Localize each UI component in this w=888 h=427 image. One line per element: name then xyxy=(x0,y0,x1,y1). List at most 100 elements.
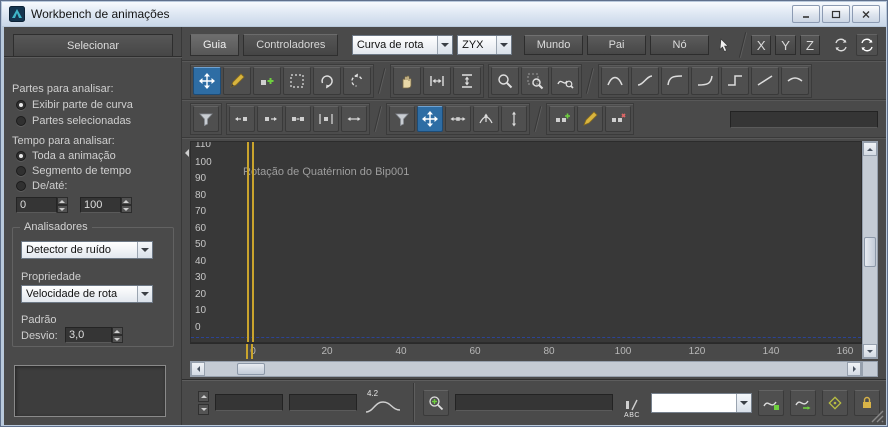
axis-y-button[interactable]: Y xyxy=(775,35,796,55)
tangent-smooth-icon[interactable] xyxy=(781,67,809,95)
chevron-down-icon[interactable] xyxy=(137,286,152,302)
no-button[interactable]: Nó xyxy=(650,35,710,55)
center-keys-icon[interactable] xyxy=(313,106,339,132)
zoom-curve-icon[interactable] xyxy=(551,67,579,95)
tangent-slow-icon[interactable] xyxy=(691,67,719,95)
ate-value[interactable]: 100 xyxy=(80,197,121,213)
slide-keys-right-icon[interactable] xyxy=(257,106,283,132)
radio-exibir-parte-curva[interactable]: Exibir parte de curva xyxy=(16,99,133,111)
chevron-down-icon[interactable] xyxy=(736,393,751,412)
region-select-icon[interactable] xyxy=(283,67,311,95)
mini-down-arrow[interactable] xyxy=(198,403,209,415)
mirror-keys-icon[interactable] xyxy=(341,106,367,132)
rotation-order-dropdown[interactable]: ZYX xyxy=(457,35,513,55)
horizontal-scrollbar[interactable] xyxy=(190,361,862,377)
time-slider-line[interactable] xyxy=(251,344,253,359)
time-slider-line[interactable] xyxy=(246,344,248,359)
select-cursor-icon[interactable] xyxy=(713,34,735,56)
filter-funnel-icon[interactable] xyxy=(193,106,219,132)
desvio-value[interactable]: 3,0 xyxy=(65,327,112,343)
vertical-scrollbar[interactable] xyxy=(862,141,878,359)
lock-view-toggle-icon[interactable] xyxy=(856,34,878,56)
move-keys-horizontal-icon[interactable] xyxy=(445,106,471,132)
collapse-panel-arrow[interactable] xyxy=(182,147,190,159)
spinner-arrows[interactable] xyxy=(121,197,132,213)
tangent-auto-icon[interactable] xyxy=(601,67,629,95)
move-keys-vertical-icon[interactable] xyxy=(501,106,527,132)
mini-spinner[interactable] xyxy=(198,390,209,415)
rotate-keys-icon[interactable] xyxy=(313,67,341,95)
chevron-down-icon[interactable] xyxy=(137,242,152,258)
radio-toda-animacao[interactable]: Toda a animação xyxy=(16,150,116,162)
show-curves-icon[interactable] xyxy=(758,389,784,416)
horizontal-scroll-thumb[interactable] xyxy=(237,363,265,375)
de-spinner[interactable]: 0 xyxy=(16,197,68,213)
propriedade-dropdown[interactable]: Velocidade de rota xyxy=(21,285,153,303)
track-filter-field[interactable] xyxy=(730,110,878,128)
add-keys-icon[interactable] xyxy=(253,67,281,95)
time-slider-line[interactable] xyxy=(252,142,254,342)
bezier-handle-icon[interactable] xyxy=(473,106,499,132)
scroll-left-arrow[interactable] xyxy=(191,362,205,376)
move-keys-free-icon[interactable] xyxy=(417,106,443,132)
tangent-fast-icon[interactable] xyxy=(661,67,689,95)
slide-keys-left-icon[interactable] xyxy=(229,106,255,132)
pan-curves-icon[interactable] xyxy=(790,389,816,416)
fit-vertical-icon[interactable] xyxy=(453,67,481,95)
tangent-linear-icon[interactable] xyxy=(751,67,779,95)
pai-button[interactable]: Pai xyxy=(587,35,647,55)
maximize-button[interactable] xyxy=(822,5,850,23)
zoom-selected-icon[interactable] xyxy=(423,389,449,416)
track-name-field[interactable] xyxy=(455,394,613,411)
tangent-step-icon[interactable] xyxy=(721,67,749,95)
mundo-button[interactable]: Mundo xyxy=(524,35,584,55)
titlebar[interactable]: Workbench de animações xyxy=(2,2,886,26)
radio-de-ate[interactable]: De/até: xyxy=(16,180,67,192)
fit-horizontal-icon[interactable] xyxy=(423,67,451,95)
text-filter-icon[interactable]: ABC xyxy=(619,387,645,419)
filter-keys-icon[interactable] xyxy=(389,106,415,132)
scroll-up-arrow[interactable] xyxy=(863,142,877,156)
move-keys-icon[interactable] xyxy=(193,67,221,95)
scale-keys-icon[interactable] xyxy=(343,67,371,95)
radio-partes-selecionadas[interactable]: Partes selecionadas xyxy=(16,115,131,127)
ate-spinner[interactable]: 100 xyxy=(80,197,132,213)
tab-selecionar[interactable]: Selecionar xyxy=(13,34,173,56)
spinner-arrows[interactable] xyxy=(57,197,68,213)
axis-z-button[interactable]: Z xyxy=(799,35,821,55)
de-value[interactable]: 0 xyxy=(16,197,57,213)
chevron-down-icon[interactable] xyxy=(437,36,453,54)
axis-x-button[interactable]: X xyxy=(751,35,772,55)
draw-keys-icon[interactable] xyxy=(577,106,603,132)
tab-guia[interactable]: Guia xyxy=(190,34,240,56)
scroll-down-arrow[interactable] xyxy=(863,344,877,358)
insert-keys-icon[interactable] xyxy=(549,106,575,132)
radio-segmento-tempo[interactable]: Segmento de tempo xyxy=(16,165,131,177)
tab-controladores[interactable]: Controladores xyxy=(243,34,339,56)
cycle-curves-icon[interactable] xyxy=(830,34,852,56)
scroll-right-arrow[interactable] xyxy=(847,362,861,376)
key-stats-icon[interactable]: 4.2 xyxy=(363,389,405,417)
chevron-down-icon[interactable] xyxy=(496,36,512,54)
gizmo-icon[interactable] xyxy=(822,389,848,416)
zoom-icon[interactable] xyxy=(491,67,519,95)
analisador-dropdown[interactable]: Detector de ruído xyxy=(21,241,153,259)
key-time-field[interactable] xyxy=(215,394,283,411)
delete-keys-icon[interactable] xyxy=(605,106,631,132)
align-keys-icon[interactable] xyxy=(285,106,311,132)
selection-set-dropdown[interactable] xyxy=(651,392,752,413)
time-ruler[interactable]: 0 20 40 60 80 100 120 140 160 xyxy=(190,343,862,359)
zoom-region-icon[interactable] xyxy=(521,67,549,95)
draw-curves-icon[interactable] xyxy=(223,67,251,95)
time-slider-line[interactable] xyxy=(247,142,249,342)
minimize-button[interactable] xyxy=(792,5,820,23)
key-value-field[interactable] xyxy=(289,394,357,411)
curve-view[interactable]: 110 100 90 80 70 60 50 40 30 20 10 0 Rot… xyxy=(190,141,862,343)
vertical-scroll-thumb[interactable] xyxy=(864,237,876,267)
mini-up-arrow[interactable] xyxy=(198,390,209,402)
resize-grip[interactable] xyxy=(871,410,884,423)
close-button[interactable] xyxy=(852,5,880,23)
tangent-spline-icon[interactable] xyxy=(631,67,659,95)
spinner-arrows[interactable] xyxy=(112,327,123,343)
curve-type-dropdown[interactable]: Curva de rota xyxy=(351,35,454,55)
